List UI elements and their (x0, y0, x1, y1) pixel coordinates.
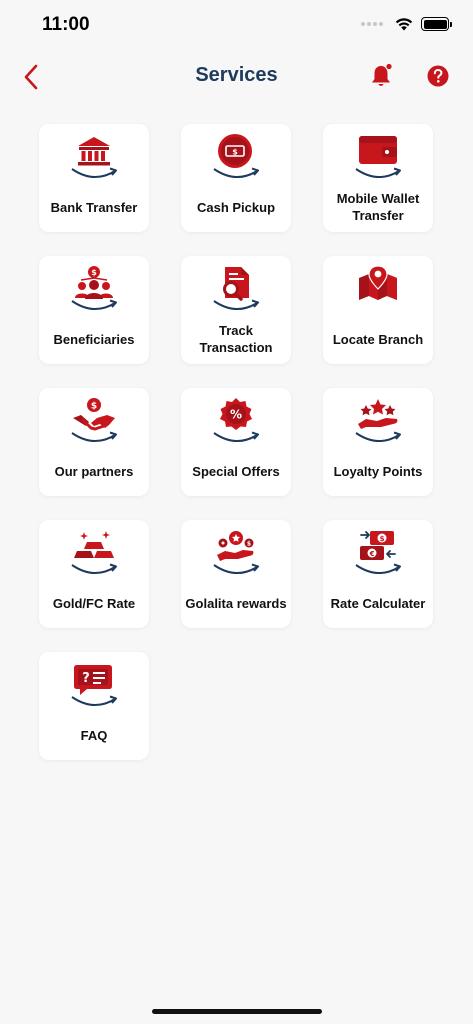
page-title: Services (195, 64, 278, 86)
notifications-button[interactable] (369, 62, 395, 90)
service-label: FAQ (80, 727, 108, 743)
service-label: Locate Branch (332, 331, 424, 347)
service-label: Gold/FC Rate (52, 595, 136, 611)
service-card-bank-transfer[interactable]: Bank Transfer (39, 124, 149, 232)
status-icons (361, 17, 452, 31)
cellular-signal-icon (361, 22, 383, 26)
wallet-icon (355, 136, 401, 178)
wifi-icon (395, 18, 413, 31)
rewards-icon: $ (213, 531, 259, 574)
service-card-loyalty-points[interactable]: Loyalty Points (323, 388, 433, 496)
svg-text:$: $ (232, 148, 238, 157)
discount-badge-icon: % (213, 398, 259, 442)
service-card-track-transaction[interactable]: Track Transaction (181, 256, 291, 364)
currency-exchange-icon: $ € (355, 531, 401, 574)
svg-text:?: ? (82, 671, 90, 686)
handshake-icon: $ (71, 398, 117, 442)
stars-hand-icon (355, 399, 401, 442)
service-card-mobile-wallet-transfer[interactable]: Mobile Wallet Transfer (323, 124, 433, 232)
service-card-our-partners[interactable]: $ Our partners (39, 388, 149, 496)
home-indicator[interactable] (152, 1009, 322, 1014)
service-label: Mobile Wallet Transfer (336, 191, 420, 223)
svg-text:€: € (369, 550, 375, 558)
service-card-special-offers[interactable]: % Special Offers (181, 388, 291, 496)
service-label: Beneficiaries (53, 331, 135, 347)
service-label: Our partners (54, 463, 134, 479)
service-card-beneficiaries[interactable]: $ Beneficiaries (39, 256, 149, 364)
help-button[interactable] (426, 64, 450, 88)
service-card-faq[interactable]: ? FAQ (39, 652, 149, 760)
services-grid: Bank Transfer $ Cash Pickup Mobile Walle… (39, 124, 435, 760)
service-card-rate-calculater[interactable]: $ € Rate Calculater (323, 520, 433, 628)
map-pin-icon (359, 265, 397, 300)
svg-text:$: $ (380, 535, 385, 543)
question-circle-icon (427, 65, 449, 87)
service-label: Track Transaction (199, 323, 273, 355)
service-card-cash-pickup[interactable]: $ Cash Pickup (181, 124, 291, 232)
people-icon: $ (71, 266, 117, 310)
service-card-gold-fc-rate[interactable]: Gold/FC Rate (39, 520, 149, 628)
track-document-icon (213, 267, 259, 310)
header: Services (0, 54, 473, 100)
svg-text:%: % (230, 408, 242, 422)
gold-bars-icon (71, 531, 117, 574)
bell-icon (372, 62, 393, 86)
service-label: Rate Calculater (330, 595, 426, 611)
service-card-golalita-rewards[interactable]: $ Golalita rewards (181, 520, 291, 628)
service-label: Loyalty Points (333, 463, 423, 479)
service-label: Bank Transfer (50, 199, 138, 215)
bank-icon (71, 137, 117, 178)
faq-chat-icon: ? (71, 665, 117, 706)
service-label: Golalita rewards (185, 595, 287, 611)
service-label: Cash Pickup (196, 199, 276, 215)
svg-text:$: $ (91, 402, 97, 412)
svg-text:$: $ (247, 541, 251, 548)
status-time: 11:00 (42, 14, 90, 35)
svg-text:$: $ (91, 268, 97, 277)
service-label: Special Offers (192, 463, 280, 479)
status-bar: 11:00 (0, 0, 473, 54)
battery-icon (421, 17, 452, 31)
service-card-locate-branch[interactable]: Locate Branch (323, 256, 433, 364)
cash-icon: $ (213, 134, 259, 178)
